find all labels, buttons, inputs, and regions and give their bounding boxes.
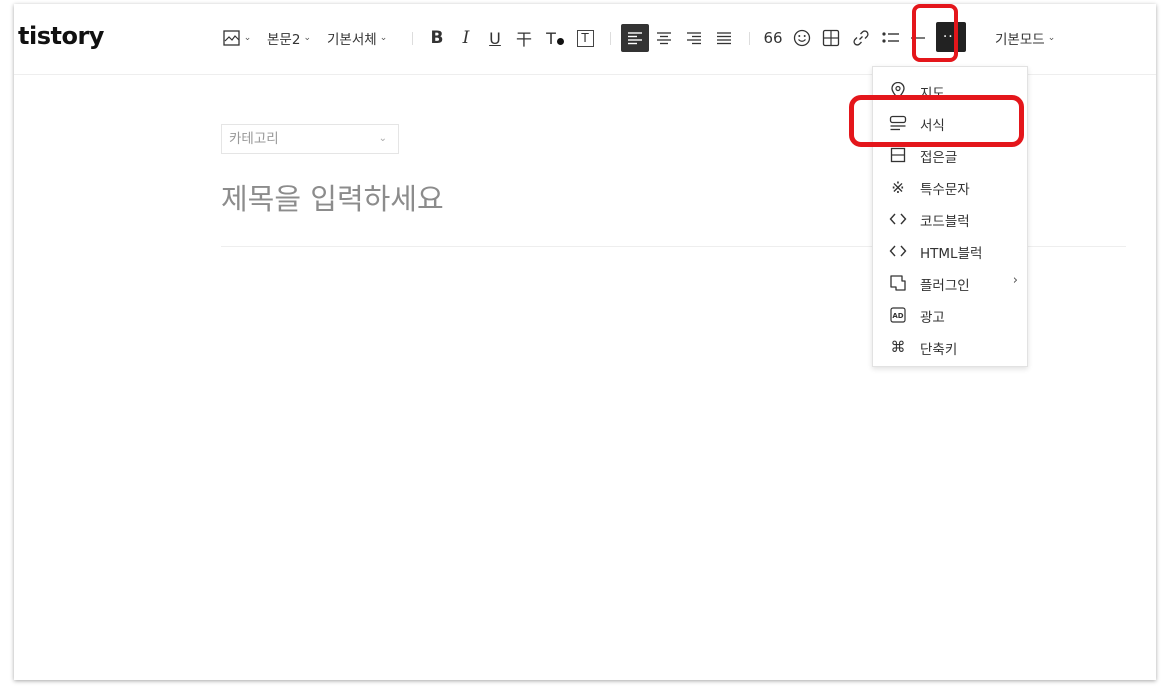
italic-label: I: [462, 28, 470, 48]
text-color-button[interactable]: T: [543, 26, 567, 50]
align-center-icon: [657, 32, 671, 45]
paragraph-style-dropdown[interactable]: 본문2 ⌄: [267, 26, 311, 50]
link-button[interactable]: [850, 26, 872, 50]
align-right-icon: [687, 32, 701, 45]
menu-item-label: 광고: [920, 310, 945, 326]
tistory-logo[interactable]: tistory: [18, 22, 104, 50]
highlight-annotation-template: [849, 95, 1024, 147]
editor-toolbar: tistory ⌄ 본문2 ⌄ 기본서체 ⌄ B I U 干 T T 66 ··…: [14, 4, 1156, 75]
chevron-down-icon: ⌄: [1047, 33, 1056, 43]
title-placeholder: 제목을 입력하세요: [221, 182, 444, 216]
strikethrough-label: 干: [515, 30, 532, 49]
menu-item-html-block[interactable]: HTML블럭: [873, 238, 1027, 264]
strikethrough-button[interactable]: 干: [513, 26, 535, 50]
menu-item-label: HTML블럭: [920, 246, 983, 262]
align-center-button[interactable]: [652, 26, 676, 50]
font-family-label: 기본서체: [327, 32, 377, 48]
menu-item-label: 코드블럭: [920, 214, 970, 230]
menu-item-label: 단축키: [920, 342, 958, 358]
highlight-annotation-more: [912, 4, 958, 62]
bold-button[interactable]: B: [426, 26, 448, 50]
toolbar-divider: [749, 32, 750, 45]
font-family-dropdown[interactable]: 기본서체 ⌄: [327, 26, 387, 50]
table-icon: [822, 29, 840, 47]
fold-icon: [889, 146, 907, 164]
table-button[interactable]: [820, 26, 842, 50]
smile-icon: [793, 29, 811, 47]
image-icon: [223, 30, 240, 46]
editor-mode-label: 기본모드: [995, 32, 1045, 48]
align-justify-icon: [717, 32, 731, 45]
editor-mode-dropdown[interactable]: 기본모드 ⌄: [995, 26, 1055, 50]
logo-text: tistory: [18, 22, 104, 50]
chevron-down-icon: ⌄: [379, 33, 388, 43]
chevron-down-icon: ⌄: [378, 133, 387, 144]
title-input[interactable]: 제목을 입력하세요: [221, 176, 444, 218]
quote-label: 66: [763, 29, 783, 47]
emoticon-button[interactable]: [791, 26, 813, 50]
text-color-label: T: [546, 28, 556, 48]
underline-button[interactable]: U: [484, 26, 506, 50]
category-select[interactable]: 카테고리 ⌄: [221, 124, 399, 154]
menu-item-label: 플러그인: [920, 278, 970, 294]
list-icon: [882, 32, 899, 43]
align-justify-button[interactable]: [712, 26, 736, 50]
align-right-button[interactable]: [682, 26, 706, 50]
html-icon: [889, 242, 907, 260]
color-dot-icon: [556, 37, 564, 45]
background-color-button[interactable]: T: [574, 26, 596, 50]
category-placeholder: 카테고리: [229, 131, 279, 147]
paragraph-style-label: 본문2: [267, 32, 301, 48]
list-button[interactable]: [880, 26, 902, 50]
italic-button[interactable]: I: [455, 26, 477, 50]
ad-icon: AD: [889, 306, 907, 324]
menu-item-label: 특수문자: [920, 182, 970, 198]
menu-item-code-block[interactable]: 코드블럭: [873, 206, 1027, 232]
quote-button[interactable]: 66: [761, 26, 785, 50]
boxed-t-icon: T: [576, 29, 594, 47]
chevron-down-icon: ⌄: [243, 33, 252, 43]
special-char-icon: ※: [891, 177, 905, 197]
menu-item-label: 접은글: [920, 150, 958, 166]
menu-item-plugin[interactable]: 플러그인 ›: [873, 270, 1027, 296]
chevron-down-icon: ⌄: [303, 33, 311, 43]
chevron-right-icon: ›: [1012, 273, 1018, 288]
align-left-icon: [628, 32, 642, 45]
command-icon: ⌘: [890, 338, 906, 356]
bold-label: B: [430, 28, 444, 48]
plugin-icon: [889, 274, 907, 292]
underline-label: U: [489, 28, 501, 48]
code-icon: [889, 210, 907, 228]
insert-image-button[interactable]: ⌄: [222, 26, 252, 50]
toolbar-divider: [412, 32, 413, 45]
menu-item-shortcuts[interactable]: ⌘ 단축키: [873, 334, 1027, 360]
menu-item-special-char[interactable]: ※ 특수문자: [873, 174, 1027, 200]
align-left-button[interactable]: [621, 24, 649, 52]
svg-text:AD: AD: [892, 312, 903, 320]
link-icon: [853, 30, 869, 46]
toolbar-divider: [610, 32, 611, 45]
menu-item-ad[interactable]: AD 광고: [873, 302, 1027, 328]
